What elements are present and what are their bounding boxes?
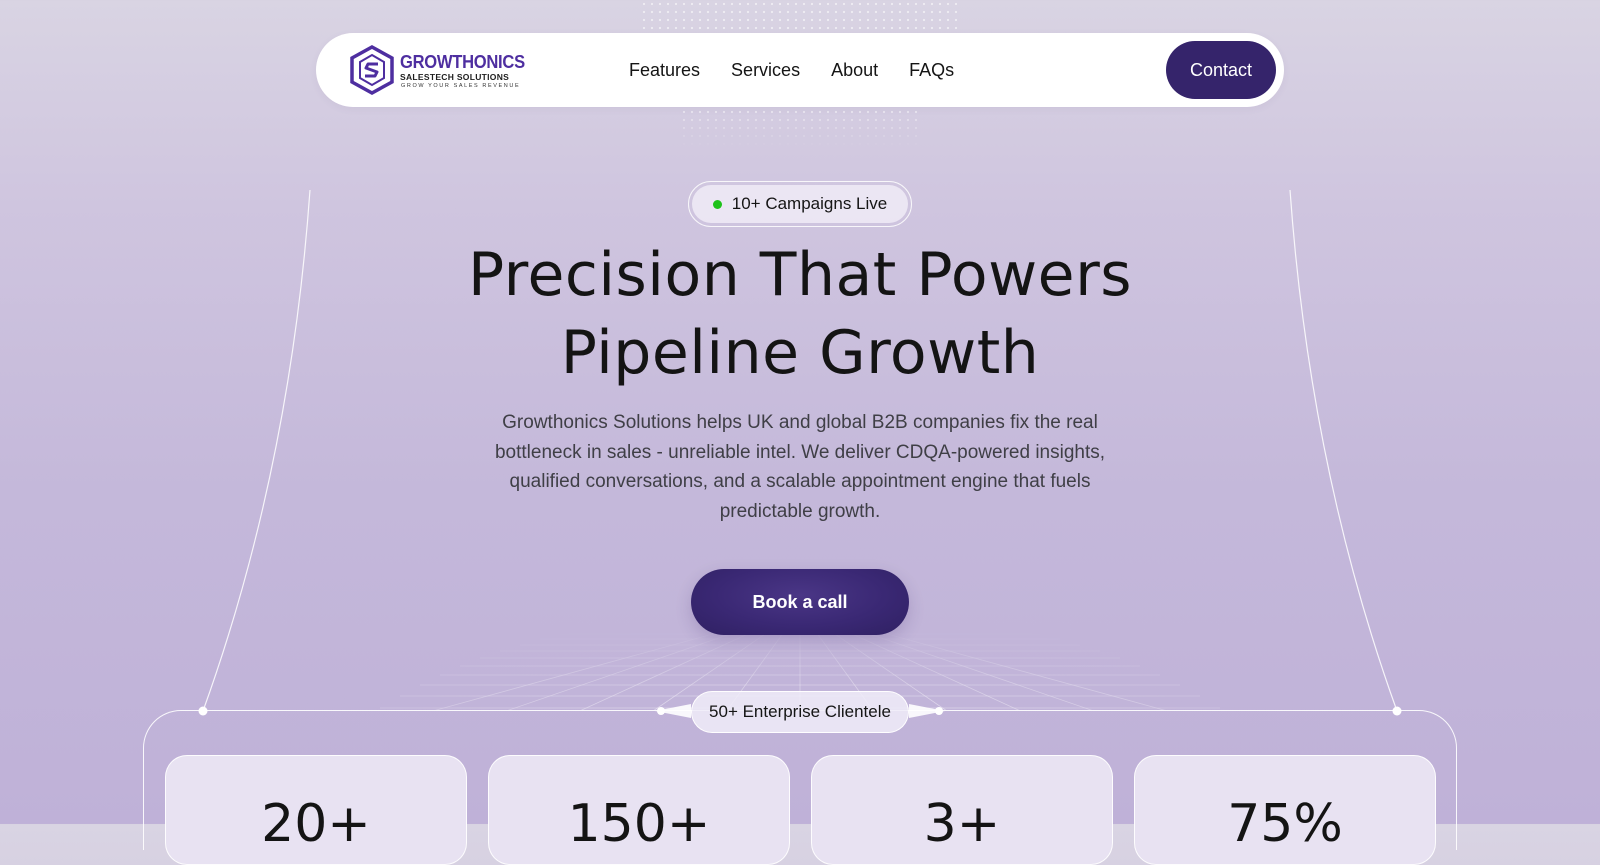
enterprise-clientele-badge: 50+ Enterprise Clientele	[691, 691, 909, 733]
book-call-button[interactable]: Book a call	[691, 569, 909, 635]
live-status-icon	[712, 199, 722, 209]
campaigns-live-pill: 10+ Campaigns Live	[692, 185, 908, 223]
stat-card: 3+	[811, 755, 1113, 865]
stat-value: 75%	[1227, 794, 1343, 854]
hero-title: Precision That Powers Pipeline Growth	[300, 236, 1300, 392]
hero-title-line2: Pipeline Growth	[560, 318, 1040, 388]
hero-title-line1: Precision That Powers	[468, 240, 1132, 310]
campaigns-live-label: 10+ Campaigns Live	[731, 194, 888, 213]
campaigns-live-badge: 10+ Campaigns Live	[688, 181, 912, 227]
stat-card: 20+	[165, 755, 467, 865]
stat-value: 150+	[567, 794, 711, 854]
stat-value: 20+	[261, 794, 371, 854]
stat-card: 150+	[488, 755, 790, 865]
hero-description: Growthonics Solutions helps UK and globa…	[494, 412, 1106, 522]
stat-card: 75%	[1134, 755, 1436, 865]
stat-value: 3+	[923, 794, 1001, 854]
